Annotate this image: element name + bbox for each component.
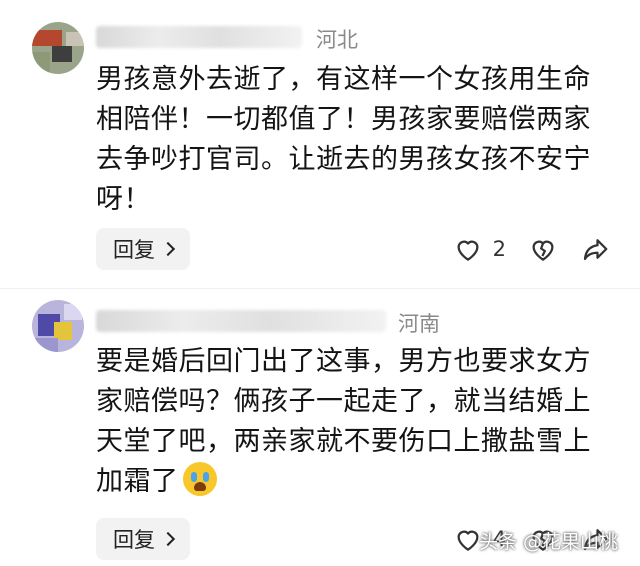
region-label: 河北 [316,28,358,52]
like-button[interactable]: 2 [453,234,506,264]
reply-label: 回复 [113,238,155,262]
username-blurred[interactable] [96,310,386,332]
share-button[interactable] [580,234,610,264]
avatar[interactable] [32,22,84,74]
reply-button[interactable]: 回复 [96,518,190,560]
comment-text: 要是婚后回门出了这事，男方也要求女方家赔偿吗？俩孩子一起走了，就当结婚上天堂了吧… [96,342,616,502]
reply-label: 回复 [113,528,155,552]
watermark: 头条 @花果山桃 [478,531,618,553]
heart-outline-icon [457,240,479,261]
comment-1: 河北 男孩意外去逝了，有这样一个女孩用生命相陪伴！一切都值了！男孩家要赔偿两家去… [0,0,640,286]
comment-text: 男孩意外去逝了，有这样一个女孩用生命相陪伴！一切都值了！男孩家要赔偿两家去争吵打… [96,64,591,215]
comment-actions: 2 [453,228,610,270]
dislike-button[interactable] [528,234,558,264]
chevron-right-icon [160,241,176,257]
share-arrow-icon [583,239,608,261]
comment-2: 河南 要是婚后回门出了这事，男方也要求女方家赔偿吗？俩孩子一起走了，就当结婚上天… [0,290,640,566]
comment-text-content: 要是婚后回门出了这事，男方也要求女方家赔偿吗？俩孩子一起走了，就当结婚上天堂了吧… [96,346,591,497]
crying-face-emoji-icon [182,462,217,496]
broken-heart-icon [532,240,554,261]
chevron-right-icon [160,531,176,547]
divider [0,288,640,289]
region-label: 河南 [398,312,440,336]
reply-button[interactable]: 回复 [96,228,190,270]
avatar[interactable] [32,300,84,352]
username-blurred[interactable] [96,26,302,48]
like-count: 2 [492,237,506,261]
